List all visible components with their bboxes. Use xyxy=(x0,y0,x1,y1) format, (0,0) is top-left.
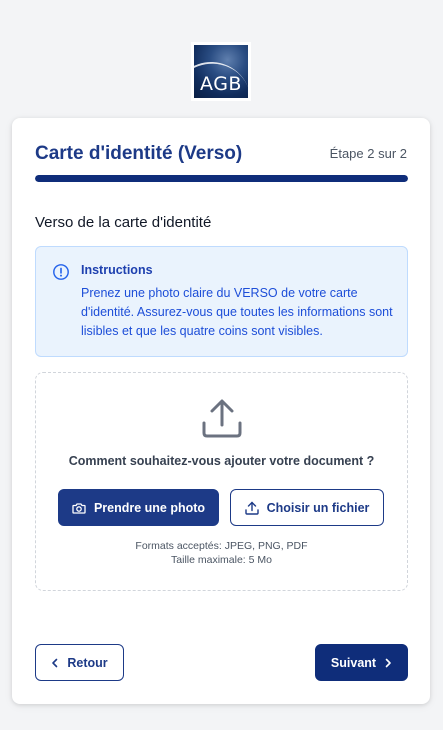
instructions-text: Prenez une photo claire du VERSO de votr… xyxy=(81,286,393,338)
take-photo-label: Prendre une photo xyxy=(93,500,206,515)
choose-file-button[interactable]: Choisir un fichier xyxy=(230,489,384,526)
upload-icon xyxy=(202,399,242,438)
next-button[interactable]: Suivant xyxy=(315,644,408,681)
document-card: Carte d'identité (Verso) Étape 2 sur 2 V… xyxy=(12,118,430,704)
instructions-box: Instructions Prenez une photo claire du … xyxy=(35,246,408,357)
chevron-right-icon xyxy=(385,658,391,667)
page-title: Carte d'identité (Verso) xyxy=(35,143,243,164)
step-indicator: Étape 2 sur 2 xyxy=(329,146,407,161)
camera-icon xyxy=(72,502,86,514)
instructions-title: Instructions xyxy=(81,263,153,277)
info-circle-icon xyxy=(53,264,69,280)
chevron-left-icon xyxy=(52,658,58,667)
back-button[interactable]: Retour xyxy=(35,644,124,681)
next-label: Suivant xyxy=(330,655,377,670)
accepted-formats: Formats acceptés: JPEG, PNG, PDF xyxy=(135,540,308,552)
progress-bar xyxy=(35,175,408,182)
choose-file-label: Choisir un fichier xyxy=(266,500,370,515)
upload-question: Comment souhaitez-vous ajouter votre doc… xyxy=(68,454,375,468)
progress-bar-fill xyxy=(35,175,408,182)
logo-text: AGB xyxy=(200,73,242,95)
section-title: Verso de la carte d'identité xyxy=(35,214,212,231)
max-file-size: Taille maximale: 5 Mo xyxy=(171,554,272,566)
agb-logo: AGB xyxy=(191,42,251,101)
take-photo-button[interactable]: Prendre une photo xyxy=(58,489,219,526)
back-label: Retour xyxy=(67,655,108,670)
upload-dropzone[interactable]: Comment souhaitez-vous ajouter votre doc… xyxy=(35,372,408,591)
upload-constraints: Formats acceptés: JPEG, PNG, PDF Taille … xyxy=(36,539,407,567)
upload-icon xyxy=(244,501,259,515)
